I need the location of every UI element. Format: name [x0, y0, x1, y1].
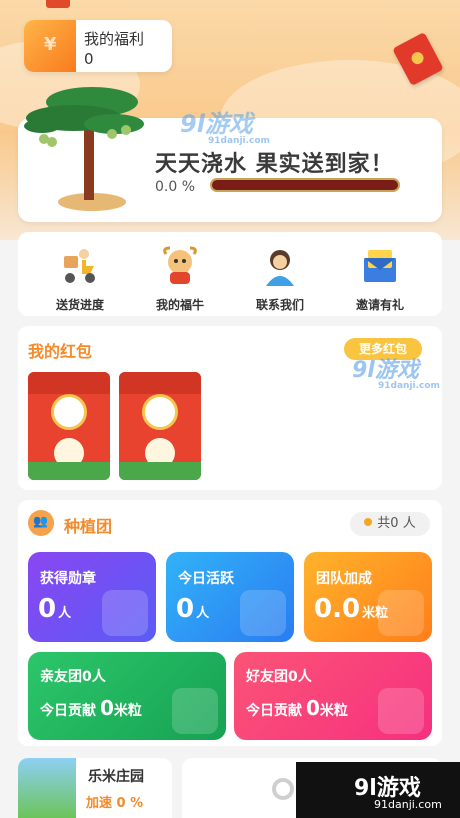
quick-menu: 送货进度 我的福牛 联系我们 邀请有礼 [18, 232, 442, 316]
welfare-value: 0 [84, 50, 94, 68]
watering-progress-bar [210, 178, 400, 192]
welfare-title: 我的福利 [84, 30, 145, 48]
stat-active-today[interactable]: 今日活跃 0人 [166, 552, 294, 642]
watermark-brand: 9l游戏 91danji.com [296, 762, 460, 818]
star-badge-icon [378, 688, 424, 734]
red-packet-item[interactable] [28, 372, 110, 480]
corner-ribbon [46, 0, 70, 8]
team-title: 种植团 [64, 517, 113, 536]
fruit-tree-icon[interactable] [22, 84, 152, 216]
red-packet-title: 我的红包 [28, 342, 93, 361]
delivery-scooter-icon [64, 249, 95, 283]
status-dot-icon [364, 518, 373, 526]
gear-icon[interactable] [272, 778, 294, 800]
menu-label: 联系我们 [255, 298, 304, 312]
menu-label: 我的福牛 [155, 298, 204, 312]
yen-coin-icon [172, 688, 218, 734]
shield-check-icon [102, 590, 148, 636]
watermark-logo: 9l游戏 91danji.com [180, 110, 270, 146]
stat-friend-group[interactable]: 好友团0人 今日贡献 0米粒 [234, 652, 432, 740]
stat-medals[interactable]: 获得勋章 0人 [28, 552, 156, 642]
ox-mascot-icon [142, 394, 178, 430]
invite-envelope-icon [364, 250, 396, 282]
team-total-badge[interactable]: 共0 人 [350, 512, 430, 536]
progress-percent: 0.0 % [155, 179, 196, 195]
welfare-coin-icon [24, 20, 76, 72]
red-packet-item[interactable] [119, 372, 201, 480]
farm-speed: 加速 0 % [86, 796, 144, 811]
customer-service-icon [266, 250, 294, 286]
menu-contact-us[interactable]: 联系我们 [230, 244, 330, 313]
team-people-icon [28, 510, 54, 536]
farm-thumbnail [18, 758, 76, 818]
yen-coin-icon [378, 590, 424, 636]
menu-my-ox[interactable]: 我的福牛 [130, 244, 230, 313]
stat-team-bonus[interactable]: 团队加成 0.0 米粒 [304, 552, 432, 642]
heartbeat-icon [240, 590, 286, 636]
my-welfare-button[interactable]: 我的福利 0 [24, 20, 172, 72]
watermark-logo: 9l游戏 91danji.com [352, 358, 440, 391]
menu-label: 邀请有礼 [355, 298, 404, 312]
lucky-ox-icon [163, 246, 197, 284]
stat-family-group[interactable]: 亲友团0人 今日贡献 0米粒 [28, 652, 226, 740]
menu-delivery-progress[interactable]: 送货进度 [30, 244, 130, 313]
orange-mascot-icon [51, 394, 87, 430]
menu-invite-gift[interactable]: 邀请有礼 [330, 244, 430, 313]
farm-title: 乐米庄园 [88, 769, 144, 785]
hero-slogan: 天天浇水 果实送到家！ [155, 152, 394, 177]
menu-label: 送货进度 [55, 298, 104, 312]
